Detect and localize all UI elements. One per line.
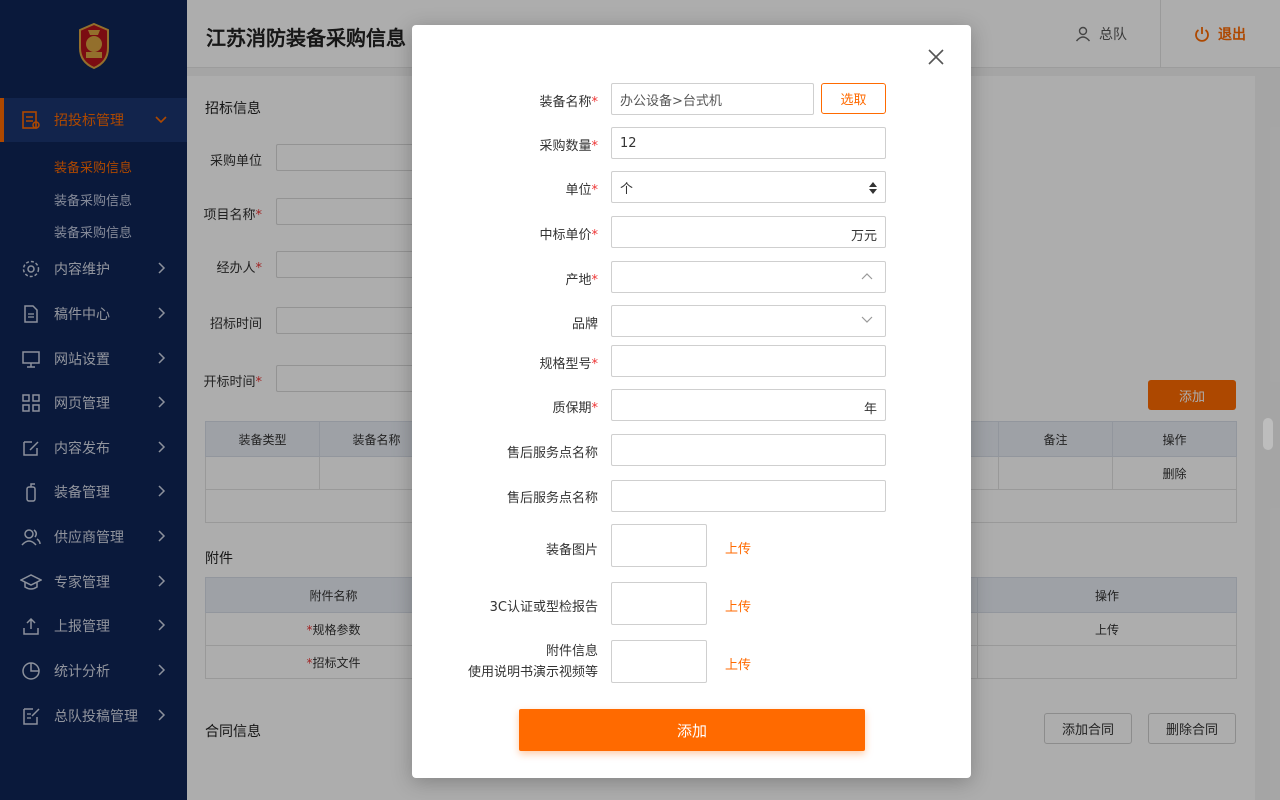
label-unit: 单位* xyxy=(565,183,598,198)
upload-attachment-link[interactable]: 上传 xyxy=(725,654,751,673)
brand-select[interactable] xyxy=(611,305,886,337)
scrollbar-thumb[interactable] xyxy=(1263,418,1273,450)
select-equipment-button[interactable]: 选取 xyxy=(821,83,886,114)
origin-select[interactable] xyxy=(611,261,886,293)
label-attachment-info: 附件信息 使用说明书演示视频等 xyxy=(467,644,598,680)
report-preview[interactable] xyxy=(611,582,707,625)
chevron-up-icon xyxy=(861,273,873,280)
equip-name-field[interactable]: 办公设备>台式机 xyxy=(611,83,814,115)
close-icon[interactable] xyxy=(926,47,946,67)
label-3c-report: 3C认证或型检报告 xyxy=(489,600,598,615)
label-brand: 品牌 xyxy=(571,317,598,332)
label-origin: 产地* xyxy=(565,273,598,288)
attachment-preview[interactable] xyxy=(611,640,707,683)
label-warranty: 质保期* xyxy=(552,401,598,416)
select-spinner-icon xyxy=(869,182,877,194)
unit-select[interactable]: 个 xyxy=(611,171,886,203)
label-equip-image: 装备图片 xyxy=(545,543,598,558)
label-equip-name: 装备名称* xyxy=(539,95,598,110)
service-point-field-2[interactable] xyxy=(611,480,886,512)
label-service-point-2: 售后服务点名称 xyxy=(506,491,598,506)
label-quantity: 采购数量* xyxy=(539,139,598,154)
label-service-point-1: 售后服务点名称 xyxy=(506,446,598,461)
chevron-down-icon xyxy=(861,316,873,323)
service-point-field-1[interactable] xyxy=(611,434,886,466)
label-model: 规格型号* xyxy=(539,357,598,372)
add-equipment-dialog: 装备名称* 办公设备>台式机 选取 采购数量* 12 单位* 个 中标单价* 万… xyxy=(412,25,971,778)
upload-image-link[interactable]: 上传 xyxy=(725,538,751,557)
label-unit-price: 中标单价* xyxy=(539,228,598,243)
submit-add-button[interactable]: 添加 xyxy=(519,709,865,751)
warranty-field[interactable]: 年 xyxy=(611,389,886,421)
equip-image-preview[interactable] xyxy=(611,524,707,567)
warranty-unit-suffix: 年 xyxy=(863,402,877,417)
quantity-field[interactable]: 12 xyxy=(611,127,886,159)
unit-price-field[interactable]: 万元 xyxy=(611,216,886,248)
model-field[interactable] xyxy=(611,345,886,377)
price-unit-suffix: 万元 xyxy=(850,229,877,244)
upload-report-link[interactable]: 上传 xyxy=(725,596,751,615)
